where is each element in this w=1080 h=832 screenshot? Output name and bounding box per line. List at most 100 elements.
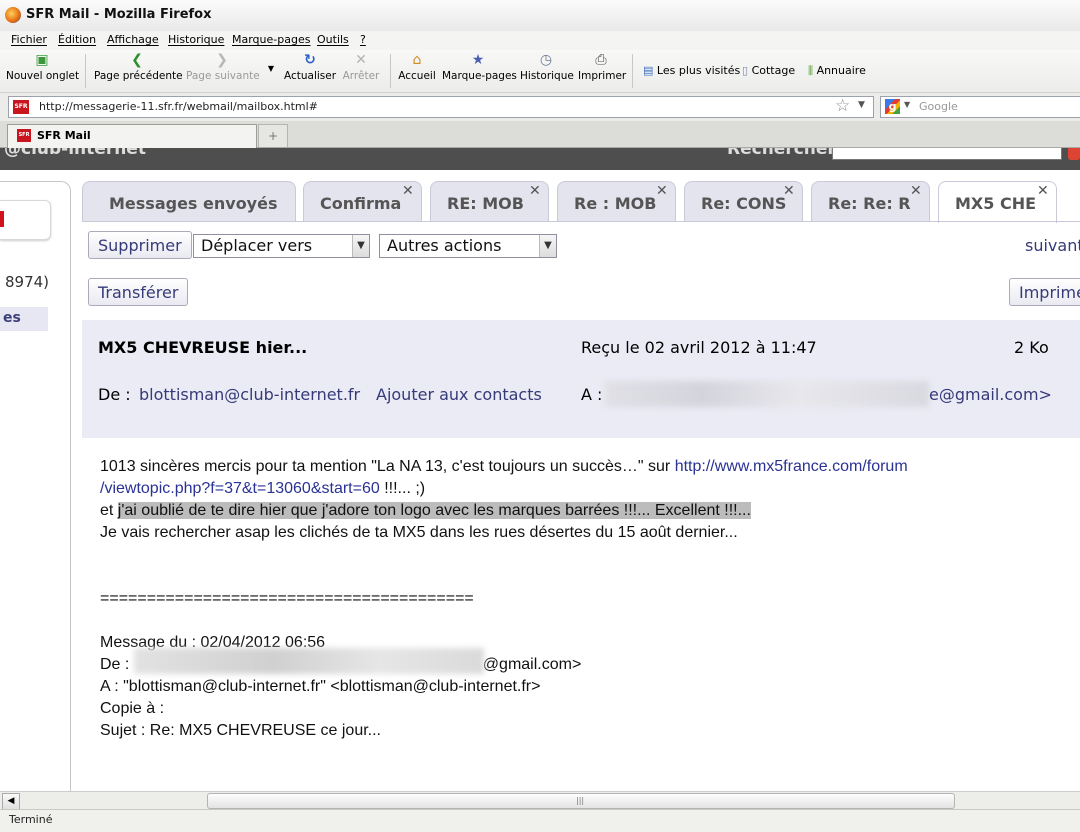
other-actions-select[interactable]: Autres actions ▼: [379, 234, 557, 258]
move-to-select[interactable]: Déplacer vers ▼: [193, 234, 370, 258]
chevron-down-icon: ▼: [352, 235, 369, 257]
history-dropdown-icon[interactable]: ▼: [266, 64, 276, 73]
history-label: Historique: [520, 70, 574, 82]
menu-help[interactable]: ?: [360, 33, 366, 46]
search-placeholder: Google: [919, 100, 958, 113]
mail-tab-label: RE: MOB: [447, 194, 524, 213]
search-engine-dropdown-icon[interactable]: ▼: [904, 100, 910, 109]
forward-message-button[interactable]: Transférer: [88, 278, 189, 306]
bookmark-star-icon[interactable]: ☆: [835, 96, 850, 116]
quoted-subject: Sujet : Re: MX5 CHEVREUSE ce jour...: [100, 722, 381, 739]
folders-panel: 8974) es: [0, 181, 71, 791]
menu-outils[interactable]: Outils: [317, 33, 349, 46]
webmail-page: @club-internet Rechercher 8974) es Messa…: [0, 148, 1080, 791]
next-message-link[interactable]: suivant: [1025, 236, 1080, 255]
bookmark-cottage[interactable]: ▯ Cottage: [742, 64, 795, 77]
mail-tab-mx5-active[interactable]: MX5 CHE ✕: [938, 181, 1057, 223]
url-dropdown-icon[interactable]: ▼: [858, 100, 865, 110]
bookmark-annuaire[interactable]: ⫼ Annuaire: [808, 64, 866, 78]
menu-affichage[interactable]: Affichage: [107, 33, 159, 46]
folder-icon: ▤: [643, 64, 654, 77]
body-text: et: [100, 502, 118, 519]
to-label: A :: [581, 385, 603, 404]
mail-tab-re-cons[interactable]: Re: CONS ✕: [684, 181, 803, 222]
close-tab-icon[interactable]: ✕: [1037, 183, 1049, 199]
search-bar[interactable]: g ▼ Google: [880, 96, 1080, 118]
webmail-search-input[interactable]: [832, 148, 1062, 160]
sender-email-link[interactable]: blottisman@club-internet.fr: [139, 385, 360, 404]
mail-tab-re-re[interactable]: Re: Re: R ✕: [811, 181, 930, 222]
new-tab-button[interactable]: ▣ Nouvel onglet: [6, 50, 79, 82]
mail-tab-confirma[interactable]: Confirma ✕: [303, 181, 422, 222]
body-text: !!!... ;): [379, 480, 426, 497]
mail-tab-label: Confirma: [320, 194, 402, 213]
mail-tab-label: Re : MOB: [574, 194, 657, 213]
folder-count: 8974): [5, 273, 50, 291]
url-text: http://messagerie-11.sfr.fr/webmail/mail…: [39, 100, 318, 113]
menu-historique[interactable]: Historique: [168, 33, 224, 46]
close-tab-icon[interactable]: ✕: [783, 183, 795, 199]
stop-label: Arrêter: [342, 70, 380, 82]
new-tab-icon: ▣: [35, 52, 49, 68]
webmail-search-button[interactable]: [1068, 148, 1080, 160]
menu-edition[interactable]: Édition: [58, 33, 96, 46]
reload-button[interactable]: ↻ Actualiser: [284, 50, 336, 82]
mail-tab-label: Re: CONS: [701, 194, 787, 213]
url-bar[interactable]: SFR http://messagerie-11.sfr.fr/webmail/…: [8, 96, 874, 118]
browser-tab-sfr-mail[interactable]: SFR SFR Mail: [7, 124, 257, 148]
forum-link[interactable]: http://www.mx5france.com/forum: [675, 458, 908, 475]
chevron-down-icon: ▼: [539, 235, 556, 257]
print-message-button[interactable]: Imprime: [1009, 278, 1080, 306]
folder-item-selected[interactable]: es: [0, 307, 48, 331]
menu-bar: Fichier Édition Affichage Historique Mar…: [0, 31, 1080, 50]
menu-marque-pages[interactable]: Marque-pages: [232, 33, 310, 46]
mail-tab-label: Messages envoyés: [109, 194, 278, 213]
bookmark-most-visited[interactable]: ▤ Les plus visités: [643, 64, 740, 77]
menu-fichier[interactable]: Fichier: [11, 33, 47, 46]
forward-arrow-icon: ❯: [216, 52, 228, 68]
quoted-to: A : "blottisman@club-internet.fr" <blott…: [100, 678, 541, 695]
mail-tab-re-mob-2[interactable]: Re : MOB ✕: [557, 181, 676, 222]
horizontal-scrollbar[interactable]: ◀ |||: [0, 791, 1080, 810]
body-line: et j'ai oublié de te dire hier que j'ado…: [100, 500, 1060, 522]
close-tab-icon[interactable]: ✕: [402, 183, 414, 199]
toolbar-separator: [632, 54, 633, 88]
mail-tab-sent[interactable]: Messages envoyés: [82, 181, 296, 222]
toolbar-separator: [85, 54, 86, 88]
close-tab-icon[interactable]: ✕: [529, 183, 541, 199]
forward-button[interactable]: ❯ Page suivante: [186, 50, 260, 82]
bookmark-label: Cottage: [751, 64, 796, 77]
delete-button[interactable]: Supprimer: [88, 231, 192, 259]
google-icon[interactable]: g: [885, 99, 900, 114]
forum-link-continued[interactable]: /viewtopic.php?f=37&t=13060&start=60: [100, 480, 380, 497]
compose-button[interactable]: [0, 200, 51, 240]
page-icon: ▯: [742, 64, 749, 77]
add-to-contacts-link[interactable]: Ajouter aux contacts: [376, 385, 542, 404]
address-row: SFR http://messagerie-11.sfr.fr/webmail/…: [0, 93, 1080, 121]
message-size: 2 Ko: [1014, 338, 1049, 357]
body-text: 1013 sincères mercis pour ta mention "La…: [100, 458, 675, 475]
separator-line: ========================================: [100, 590, 474, 607]
home-button[interactable]: ⌂ Accueil: [398, 50, 436, 82]
history-button[interactable]: ◷ Historique: [520, 50, 574, 82]
print-button[interactable]: ⎙ Imprimer: [578, 50, 626, 82]
body-line: Je vais rechercher asap les clichés de t…: [100, 524, 738, 541]
status-bar: Terminé: [0, 809, 1080, 832]
recipient-email: e@gmail.com>: [929, 385, 1052, 404]
new-tab-plus-icon[interactable]: +: [258, 124, 288, 147]
bookmark-label: Les plus visités: [656, 64, 741, 77]
scroll-left-icon[interactable]: ◀: [2, 793, 20, 810]
printer-icon: ⎙: [595, 52, 607, 68]
mail-tab-re-mob[interactable]: RE: MOB ✕: [430, 181, 549, 222]
close-tab-icon[interactable]: ✕: [656, 183, 668, 199]
scroll-thumb[interactable]: |||: [207, 793, 955, 809]
message-received-date: Reçu le 02 avril 2012 à 11:47: [581, 338, 817, 357]
history-clock-icon: ◷: [539, 52, 553, 68]
browser-tab-strip: SFR SFR Mail +: [0, 121, 1080, 148]
bookmarks-button[interactable]: ★ Marque-pages: [442, 50, 517, 82]
back-button[interactable]: ❮ Page précédente: [94, 50, 183, 82]
close-tab-icon[interactable]: ✕: [910, 183, 922, 199]
mail-tab-label: Re: Re: R: [828, 194, 911, 213]
sfr-favicon-icon: SFR: [13, 100, 29, 114]
stop-button[interactable]: ✕ Arrêter: [340, 50, 382, 82]
